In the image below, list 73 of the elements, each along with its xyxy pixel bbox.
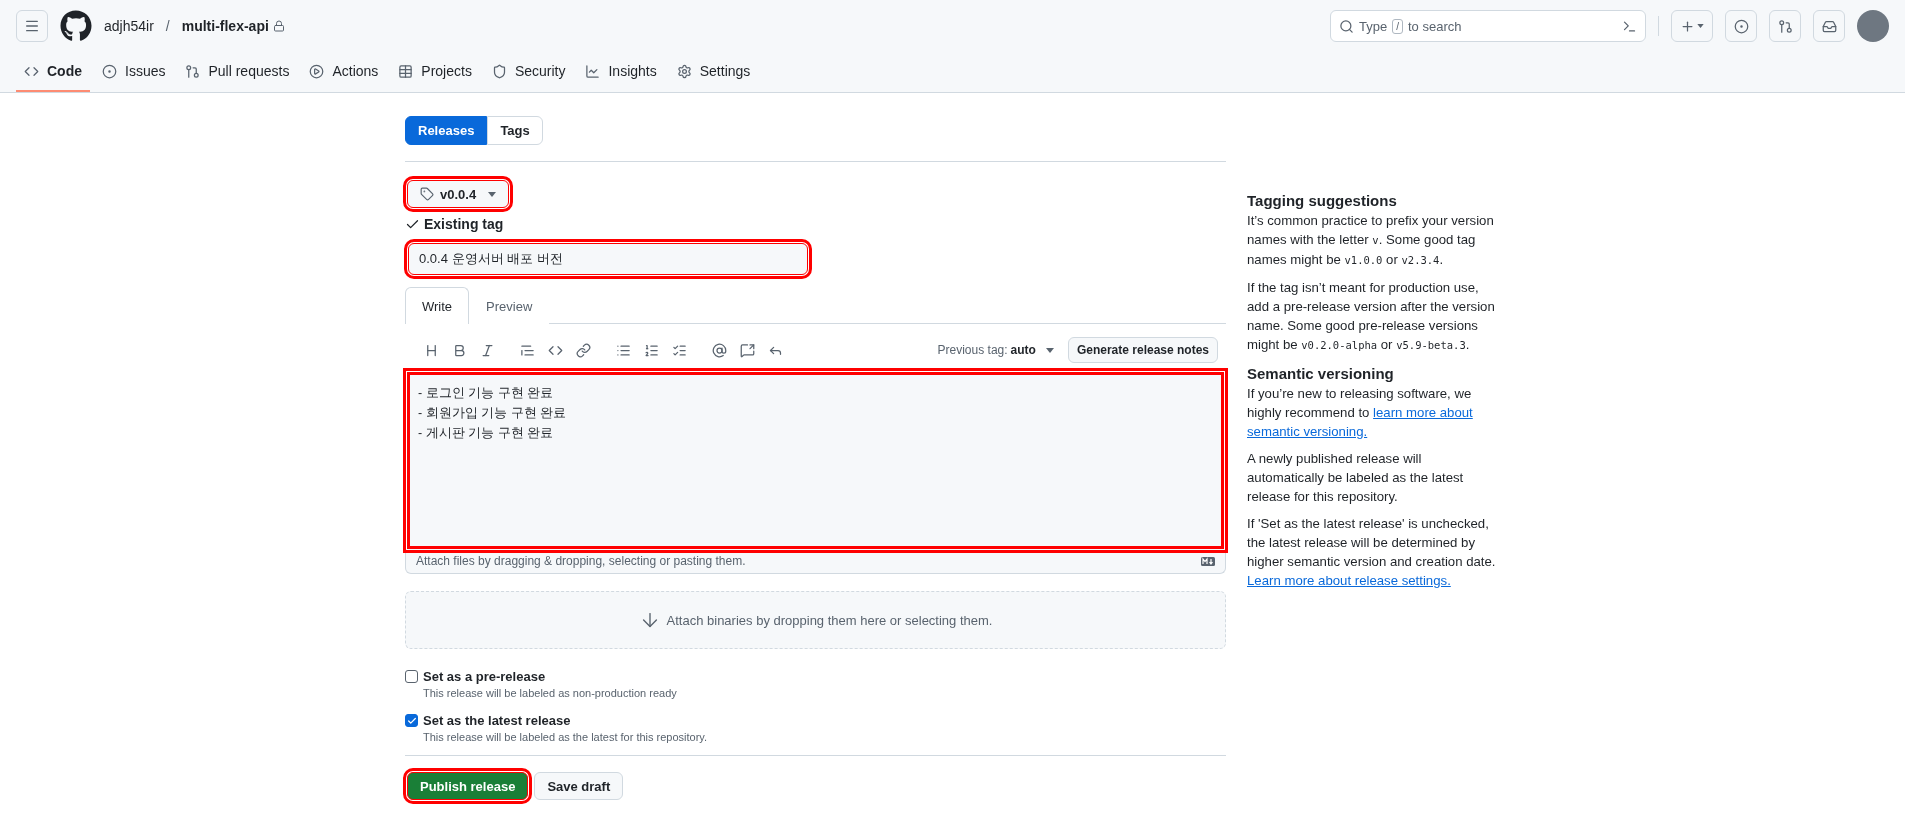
pull-requests-button[interactable] [1769, 10, 1801, 42]
inbox-button[interactable] [1813, 10, 1845, 42]
option-description: This release will be labeled as non-production ready [423, 687, 678, 699]
lock-icon [272, 20, 285, 32]
repo-tab[interactable]: Settings [668, 52, 759, 92]
editor-tab[interactable]: Write [405, 287, 470, 324]
projects-tab-icon[interactable] [398, 63, 414, 79]
quote-icon[interactable] [519, 342, 535, 358]
menu-button[interactable] [16, 10, 48, 42]
settings-tab-icon[interactable] [676, 63, 692, 79]
issues-button[interactable] [1725, 10, 1757, 42]
insights-tab-icon[interactable] [585, 63, 601, 79]
help-link[interactable]: Learn more about release settings. [1247, 573, 1451, 588]
plus-icon[interactable] [1680, 18, 1695, 34]
tag-icon[interactable] [420, 187, 434, 201]
attach-hint: Attach files by dragging & dropping, selecting or pasting them. [416, 554, 746, 568]
pulls-tab-icon[interactable] [185, 63, 201, 79]
actions-tab-icon[interactable] [309, 63, 325, 79]
help-link[interactable]: learn more about [1373, 405, 1473, 420]
menu-icon[interactable] [24, 18, 40, 34]
repo-tab[interactable]: Security [483, 52, 574, 92]
option-label[interactable]: Set as the latest release [423, 713, 1226, 728]
caret-icon[interactable] [488, 191, 497, 197]
caret-icon[interactable] [1045, 347, 1054, 353]
help-link[interactable]: semantic versioning. [1247, 424, 1368, 439]
pull-request-icon[interactable] [1777, 18, 1793, 34]
caret-icon[interactable] [1697, 24, 1704, 28]
sidebar-paragraph: If you’re new to releasing software, we highly recommend to learn more about semantic versioning. [1247, 385, 1474, 441]
sidebar-paragraph: If the tag isn’t meant for production use, add a pre-release version after the version name. Some good pre-release versions might be v0.2.0-alpha or v5.9-beta.3. [1247, 279, 1496, 354]
path-separator: / [165, 18, 170, 34]
repo-tab[interactable]: Insights [577, 52, 665, 92]
security-tab-icon[interactable] [491, 63, 507, 79]
sidebar-paragraph: It’s common practice to prefix your version names with the letter v. Some good tag names might be v1.0.0 or v2.3.4. [1247, 212, 1495, 269]
circle-dot-icon[interactable] [1733, 18, 1749, 34]
owner-link[interactable]: adjh54ir [104, 18, 154, 34]
checkbox[interactable] [405, 670, 418, 683]
bullet-list-icon[interactable] [615, 342, 631, 358]
task-list-icon[interactable] [671, 342, 687, 358]
issues-tab-icon[interactable] [102, 63, 117, 79]
sidebar-heading: Tagging suggestions [1247, 192, 1398, 209]
search-icon [1339, 18, 1354, 34]
previous-tag-value[interactable]: auto [1010, 343, 1036, 357]
repo-tab[interactable]: Pull requests [177, 52, 298, 92]
sidebar-heading: Semantic versioning [1247, 365, 1395, 382]
search-field[interactable]: Type / to search [1330, 10, 1646, 42]
repo-tab[interactable]: Code [16, 52, 90, 92]
binaries-drop-zone[interactable]: Attach binaries by dropping them here or selecting them. [405, 591, 1226, 649]
sidebar-paragraph: If 'Set as the latest release' is unchecked, the latest release will be determined by higher semantic version and creation date. Learn more about release settings. [1247, 515, 1497, 590]
draft-button[interactable]: Save draft [534, 772, 624, 800]
markdown-icon [1201, 556, 1215, 566]
link-icon[interactable] [575, 342, 591, 358]
italic-icon[interactable] [479, 342, 495, 358]
tag-status: Existing tag [424, 216, 504, 232]
logo-icon[interactable] [60, 10, 92, 42]
checkbox[interactable] [405, 714, 418, 727]
previous-tag-label: Previous tag: [937, 343, 1008, 357]
option-label[interactable]: Set as a pre-release [423, 669, 1226, 684]
repo-tab[interactable]: Issues [94, 52, 174, 92]
command-palette-icon[interactable] [1622, 18, 1637, 34]
sidebar-paragraph: A newly published release will automatically be labeled as the latest release for this repository. [1247, 450, 1465, 506]
inbox-icon[interactable] [1821, 18, 1837, 34]
repo-tab[interactable]: Projects [390, 52, 480, 92]
repo-tab[interactable]: Actions [301, 52, 387, 92]
repo-link[interactable]: multi-flex-api [181, 18, 269, 34]
create-button[interactable] [1671, 10, 1713, 42]
generate-notes-button[interactable]: Generate release notes [1067, 337, 1218, 363]
mention-icon[interactable] [711, 342, 727, 358]
option-description: This release will be labeled as the latest for this repository. [423, 731, 709, 743]
reference-icon[interactable] [739, 342, 755, 358]
avatar[interactable] [1857, 10, 1889, 42]
release-tab[interactable]: Releases [405, 116, 488, 145]
release-tab[interactable]: Tags [487, 116, 543, 145]
numbered-list-icon[interactable] [643, 342, 659, 358]
